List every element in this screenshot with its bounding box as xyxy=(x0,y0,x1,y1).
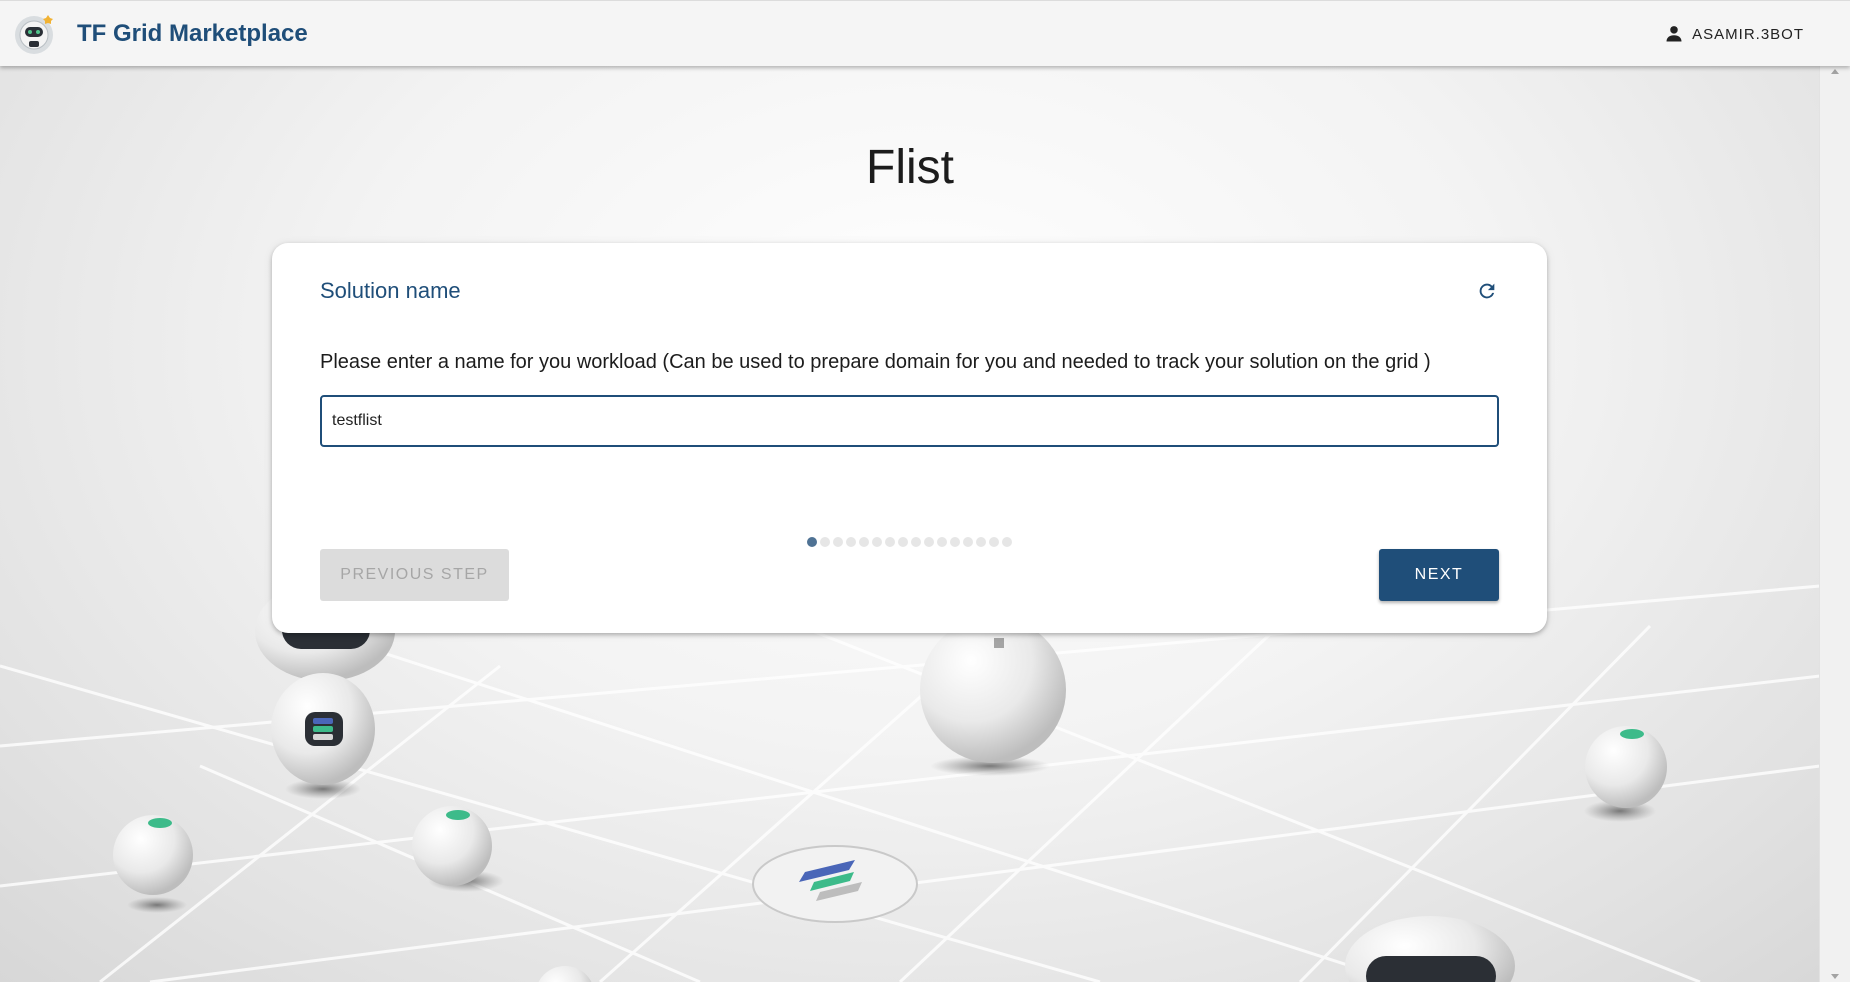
solution-name-input[interactable] xyxy=(320,395,1499,447)
step-progress-dots xyxy=(807,537,1012,547)
user-menu-button[interactable]: ASAMIR.3BOT xyxy=(1656,15,1812,53)
wizard-card: Solution name Please enter a name for yo… xyxy=(272,243,1547,633)
scroll-down-arrow-icon[interactable] xyxy=(1831,974,1839,979)
step-dot xyxy=(885,537,895,547)
app-title[interactable]: TF Grid Marketplace xyxy=(77,20,308,48)
step-title: Solution name xyxy=(320,278,461,303)
step-dot xyxy=(950,537,960,547)
refresh-icon xyxy=(1479,283,1495,299)
step-description: Please enter a name for you workload (Ca… xyxy=(320,351,1431,373)
app-bar: TF Grid Marketplace ASAMIR.3BOT xyxy=(0,0,1850,66)
robot-logo-icon[interactable] xyxy=(12,11,58,57)
step-dot xyxy=(820,537,830,547)
step-dot xyxy=(976,537,986,547)
step-dot xyxy=(1002,537,1012,547)
step-dot xyxy=(898,537,908,547)
next-button[interactable]: NEXT xyxy=(1379,549,1499,601)
step-dot xyxy=(924,537,934,547)
step-dot xyxy=(872,537,882,547)
step-dot xyxy=(989,537,999,547)
vertical-scrollbar[interactable] xyxy=(1819,66,1850,982)
page-title: Flist xyxy=(866,141,954,194)
user-name: ASAMIR.3BOT xyxy=(1692,25,1804,43)
scroll-up-arrow-icon[interactable] xyxy=(1831,69,1839,74)
person-icon xyxy=(1666,26,1682,42)
step-dot xyxy=(963,537,973,547)
step-dot xyxy=(846,537,856,547)
step-dot xyxy=(833,537,843,547)
step-dot xyxy=(911,537,921,547)
previous-step-button[interactable]: PREVIOUS STEP xyxy=(320,549,509,601)
step-dot xyxy=(807,537,817,547)
step-dot xyxy=(859,537,869,547)
step-dot xyxy=(937,537,947,547)
refresh-button[interactable] xyxy=(1473,277,1501,305)
